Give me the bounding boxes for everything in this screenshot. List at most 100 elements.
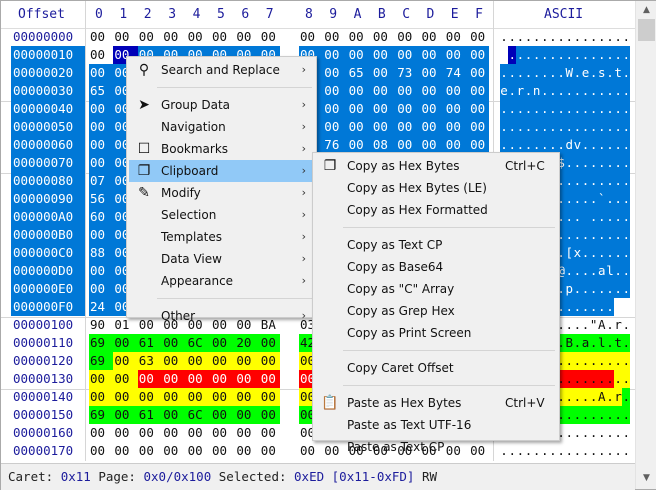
row-offset[interactable]: 00000090 [11,190,85,208]
hex-byte[interactable]: 63 [137,352,163,370]
menu-item-search-and-replace[interactable]: ⚲ Search and Replace › [129,59,314,81]
hex-byte[interactable]: 00 [371,100,397,118]
hex-byte[interactable]: 00 [420,118,446,136]
hex-byte[interactable]: 00 [469,100,490,118]
hex-byte[interactable]: 00 [211,388,236,406]
hex-byte[interactable]: 00 [113,424,138,442]
menu-item-copy-as-base64[interactable]: Copy as Base64 [315,256,557,278]
row-offset[interactable]: 000000A0 [11,208,85,226]
menu-item-group-data[interactable]: ➤ Group Data › [129,94,314,116]
hex-byte[interactable]: 00 [187,424,212,442]
hex-byte[interactable]: 00 [138,424,163,442]
menu-item-copy-as-hex-bytes-le[interactable]: Copy as Hex Bytes (LE) [315,177,557,199]
row-offset[interactable]: 00000040 [11,100,85,118]
hex-byte[interactable]: 00 [347,100,373,118]
hex-byte[interactable]: 00 [259,388,280,406]
hex-byte[interactable]: 61 [137,406,163,424]
hex-byte[interactable]: 00 [348,28,373,46]
hex-byte[interactable]: 00 [260,442,280,460]
menu-item-selection[interactable]: Selection › [129,204,314,226]
row-offset[interactable]: 00000050 [11,118,85,136]
hex-byte[interactable]: 24 [89,298,114,316]
hex-byte[interactable]: 00 [323,100,349,118]
hex-byte[interactable]: 00 [211,406,236,424]
hex-byte[interactable]: 00 [113,370,139,388]
row-offset[interactable]: 00000080 [11,172,85,190]
menu-item-data-view[interactable]: Data View › [129,248,314,270]
hex-byte[interactable]: 00 [299,28,324,46]
menu-item-templates[interactable]: Templates › [129,226,314,248]
hex-byte[interactable]: 00 [113,406,139,424]
hex-byte[interactable]: 00 [211,442,236,460]
hex-byte[interactable]: 00 [89,136,114,154]
menu-item-other[interactable]: Other › [129,305,314,327]
hex-byte[interactable]: 00 [235,28,260,46]
hex-byte[interactable]: 00 [137,370,163,388]
hex-byte[interactable]: 00 [420,82,446,100]
row-offset[interactable]: 00000130 [11,370,85,388]
hex-byte[interactable]: 00 [371,46,397,64]
row-offset[interactable]: 000000E0 [11,280,85,298]
scroll-down-icon[interactable]: ▼ [636,473,656,483]
hex-byte[interactable]: 00 [259,352,280,370]
hex-byte[interactable]: 00 [187,28,212,46]
hex-byte[interactable]: 00 [89,46,114,64]
hex-byte[interactable]: 00 [186,352,212,370]
hex-byte[interactable]: 00 [211,352,236,370]
hex-byte[interactable]: 00 [89,28,114,46]
hex-byte[interactable]: 00 [323,46,349,64]
menu-item-copy-as-hex-formatted[interactable]: Copy as Hex Formatted [315,199,557,221]
hex-byte[interactable]: 00 [396,46,422,64]
hex-byte[interactable]: 00 [89,262,114,280]
hex-byte[interactable]: 00 [162,334,188,352]
hex-byte[interactable]: 65 [347,64,373,82]
hex-byte[interactable]: 00 [89,64,114,82]
hex-byte[interactable]: 73 [396,64,422,82]
hex-byte[interactable]: 00 [162,406,188,424]
menu-item-copy-as-hex-bytes[interactable]: ❐ Copy as Hex Bytes Ctrl+C [315,155,557,177]
hex-byte[interactable]: 74 [444,64,470,82]
hex-byte[interactable]: 00 [113,442,138,460]
row-offset[interactable]: 00000030 [11,82,85,100]
hex-byte[interactable]: 00 [89,442,114,460]
row-offset[interactable]: 000000B0 [11,226,85,244]
menu-item-bookmarks[interactable]: ☐ Bookmarks › [129,138,314,160]
menu-item-copy-as-grep-hex[interactable]: Copy as Grep Hex [315,300,557,322]
hex-byte[interactable]: 00 [396,100,422,118]
hex-byte[interactable]: 90 [89,316,114,334]
hex-byte[interactable]: 00 [323,64,349,82]
row-offset[interactable]: 00000020 [11,64,85,82]
ascii-row[interactable]: ................ [500,28,631,46]
menu-item-clipboard[interactable]: ❐ Clipboard › [129,160,314,182]
menu-item-copy-as-text-cp[interactable]: Copy as Text CP [315,234,557,256]
hex-byte[interactable]: 00 [89,370,114,388]
hex-byte[interactable]: 61 [137,334,163,352]
hex-byte[interactable]: 00 [211,334,236,352]
row-offset[interactable]: 000000F0 [11,298,85,316]
row-offset[interactable]: 00000100 [11,316,85,334]
hex-byte[interactable]: 00 [162,28,187,46]
hex-byte[interactable]: 20 [235,334,261,352]
hex-byte[interactable]: 00 [235,370,261,388]
hex-byte[interactable]: 00 [469,118,490,136]
row-offset[interactable]: 000000D0 [11,262,85,280]
hex-byte[interactable]: 65 [89,82,114,100]
hex-byte[interactable]: 00 [469,64,490,82]
hex-byte[interactable]: 00 [235,442,260,460]
hex-byte[interactable]: 00 [444,118,470,136]
ascii-row[interactable]: ................ [500,46,631,64]
hex-byte[interactable]: 00 [137,388,163,406]
ascii-row[interactable]: e.r.n........... [500,82,631,100]
hex-byte[interactable]: 00 [420,100,446,118]
menu-item-paste-as-text-cp[interactable]: Paste as Text CP [315,436,557,458]
hex-byte[interactable]: 00 [260,424,280,442]
hex-byte[interactable]: 00 [89,100,114,118]
ascii-row[interactable]: ........W.e.s.t. [500,64,631,82]
hex-byte[interactable]: 00 [396,118,422,136]
menu-item-copy-as-print-screen[interactable]: Copy as Print Screen [315,322,557,344]
menu-item-navigation[interactable]: Navigation › [129,116,314,138]
hex-byte[interactable]: 00 [211,370,236,388]
hex-byte[interactable]: 69 [89,334,114,352]
hex-byte[interactable]: 00 [371,64,397,82]
hex-byte[interactable]: 07 [89,172,114,190]
